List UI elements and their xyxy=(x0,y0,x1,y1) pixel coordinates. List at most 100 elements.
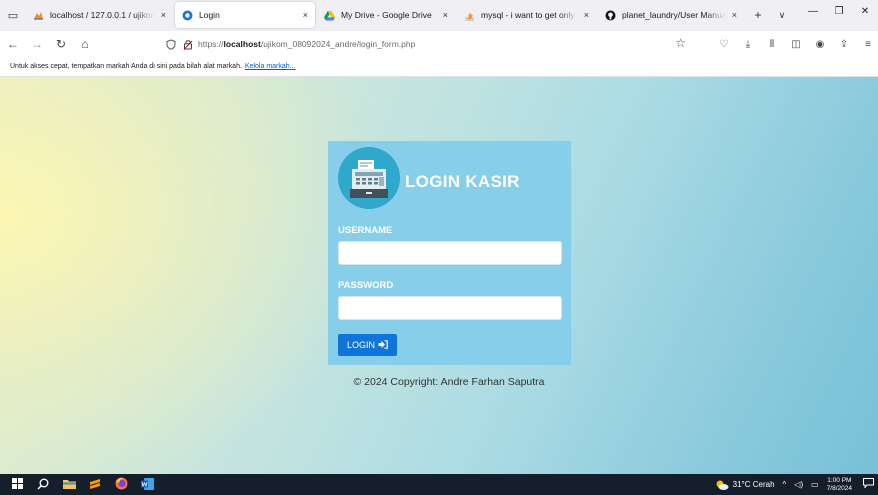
notification-icon xyxy=(862,478,874,491)
search-button[interactable] xyxy=(32,474,54,495)
hamburger-menu-icon: ≡ xyxy=(865,38,871,50)
tab-google-drive[interactable]: My Drive - Google Drive × xyxy=(317,2,455,28)
weather-sun-cloud-icon[interactable] xyxy=(715,479,729,491)
navigation-bar: ← → ↻ ⌂ https://localhost/ujikom_0809202… xyxy=(0,31,878,57)
restore-icon: ❐ xyxy=(834,5,844,17)
pocket-button[interactable]: ♡ xyxy=(714,33,734,55)
menu-button[interactable]: ≡ xyxy=(858,33,878,55)
tab-list-icon: ▭ xyxy=(7,10,19,22)
cash-register-icon xyxy=(338,147,400,209)
tab-close-icon[interactable]: × xyxy=(303,10,308,20)
arrow-right-icon: → xyxy=(31,37,43,51)
card-title: LOGIN KASIR xyxy=(405,172,520,191)
tab-title: planet_laundry/User Manual xyxy=(622,10,726,20)
account-button[interactable]: ◉ xyxy=(810,33,830,55)
library-icon: ⫴ xyxy=(769,38,775,50)
url-text[interactable]: https://localhost/ujikom_08092024_andre/… xyxy=(198,39,415,49)
url-path: /ujikom_08092024_andre/login_form.php xyxy=(260,39,416,49)
extensions-icon: ⇪ xyxy=(839,38,849,50)
chevron-up-icon[interactable]: ^ xyxy=(783,480,787,489)
tab-stackoverflow[interactable]: mysql - i want to get only da × xyxy=(457,2,596,28)
login-button[interactable]: LOGIN xyxy=(338,334,397,356)
arrow-left-icon: ← xyxy=(7,37,19,51)
weather-text[interactable]: 31°C Cerah xyxy=(733,480,775,489)
tab-github[interactable]: planet_laundry/User Manual × xyxy=(598,2,744,28)
copyright-footer: © 2024 Copyright: Andre Farhan Saputra xyxy=(353,376,545,388)
login-favicon-icon xyxy=(182,10,193,21)
sign-in-icon xyxy=(378,339,388,351)
notifications-button[interactable] xyxy=(858,474,878,495)
reload-button[interactable]: ↻ xyxy=(50,33,72,55)
home-icon: ⌂ xyxy=(81,37,89,51)
google-drive-icon xyxy=(324,10,335,21)
clock-date: 7/8/2024 xyxy=(826,484,852,492)
chevron-down-icon: ∨ xyxy=(778,9,786,20)
url-prefix: https:// xyxy=(198,39,224,49)
network-icon[interactable]: ▭ xyxy=(811,480,819,489)
toolbar-right: ♡ ⤓ ⫴ ◫ ◉ ⇪ ≡ xyxy=(710,33,878,55)
phpmyadmin-icon xyxy=(33,10,44,21)
tab-title: mysql - i want to get only da xyxy=(481,10,578,20)
sidebar-icon: ◫ xyxy=(791,38,801,50)
close-icon: ✕ xyxy=(860,5,870,17)
tab-strip: ▭ localhost / 127.0.0.1 / ujikom × Login… xyxy=(0,0,878,31)
file-explorer-button[interactable] xyxy=(58,474,80,495)
word-icon xyxy=(140,477,154,492)
back-button[interactable]: ← xyxy=(2,33,24,55)
reload-icon: ↻ xyxy=(55,37,67,51)
pocket-icon: ♡ xyxy=(719,38,729,50)
login-card: LOGIN KASIR USERNAME PASSWORD LOGIN xyxy=(328,141,571,365)
restore-button[interactable]: ❐ xyxy=(826,0,852,22)
clock[interactable]: 1:00 PM 7/8/2024 xyxy=(827,477,852,493)
account-icon: ◉ xyxy=(815,38,825,50)
tab-phpmyadmin[interactable]: localhost / 127.0.0.1 / ujikom × xyxy=(26,2,173,28)
folder-icon xyxy=(62,478,76,491)
system-tray: 31°C Cerah ^ ◁) ▭ 1:00 PM 7/8/2024 xyxy=(715,474,878,495)
password-input[interactable] xyxy=(338,296,562,320)
close-window-button[interactable]: ✕ xyxy=(852,0,878,22)
tab-list-button[interactable]: ▭ xyxy=(0,0,26,31)
bookmark-bar-hint: Untuk akses cepat, tempatkan markah Anda… xyxy=(10,63,242,70)
firefox-button[interactable] xyxy=(110,474,132,495)
username-input[interactable] xyxy=(338,241,562,265)
sidebar-button[interactable]: ◫ xyxy=(786,33,806,55)
downloads-button[interactable]: ⤓ xyxy=(738,33,758,55)
volume-icon[interactable]: ◁) xyxy=(794,480,803,489)
manage-bookmarks-link[interactable]: Kelola markah... xyxy=(245,63,296,70)
tab-title: Login xyxy=(199,10,220,20)
extensions-button[interactable]: ⇪ xyxy=(834,33,854,55)
clock-time: 1:00 PM xyxy=(827,476,852,484)
password-label: PASSWORD xyxy=(338,280,394,291)
bookmark-bar: Untuk akses cepat, tempatkan markah Anda… xyxy=(0,57,878,77)
window-controls: — ❐ ✕ xyxy=(800,0,878,22)
stackoverflow-icon xyxy=(464,10,475,21)
address-bar[interactable]: https://localhost/ujikom_08092024_andre/… xyxy=(164,34,694,54)
shield-icon xyxy=(164,37,178,51)
sublime-text-button[interactable] xyxy=(84,474,106,495)
tab-close-icon[interactable]: × xyxy=(161,10,166,20)
windows-taskbar: 31°C Cerah ^ ◁) ▭ 1:00 PM 7/8/2024 xyxy=(0,474,878,495)
tab-title: My Drive - Google Drive xyxy=(341,10,432,20)
windows-logo-icon xyxy=(11,478,23,491)
start-button[interactable] xyxy=(6,474,28,495)
lock-icon[interactable] xyxy=(181,37,195,51)
minimize-button[interactable]: — xyxy=(800,0,826,22)
plus-icon: + xyxy=(754,8,762,22)
minimize-icon: — xyxy=(808,5,818,17)
github-icon xyxy=(605,10,616,21)
new-tab-button[interactable]: + xyxy=(746,2,770,28)
word-button[interactable] xyxy=(136,474,158,495)
tab-close-icon[interactable]: × xyxy=(732,10,737,20)
username-label: USERNAME xyxy=(338,225,393,236)
home-button[interactable]: ⌂ xyxy=(74,33,96,55)
sublime-text-icon xyxy=(89,478,101,492)
bookmark-star-icon[interactable]: ☆ xyxy=(675,36,686,50)
tab-overflow-button[interactable]: ∨ xyxy=(770,2,794,28)
forward-button[interactable]: → xyxy=(26,33,48,55)
tab-close-icon[interactable]: × xyxy=(443,10,448,20)
tab-login[interactable]: Login × xyxy=(175,2,315,28)
library-button[interactable]: ⫴ xyxy=(762,33,782,55)
tab-title: localhost / 127.0.0.1 / ujikom xyxy=(50,10,155,20)
tab-close-icon[interactable]: × xyxy=(584,10,589,20)
download-icon: ⤓ xyxy=(745,38,751,50)
